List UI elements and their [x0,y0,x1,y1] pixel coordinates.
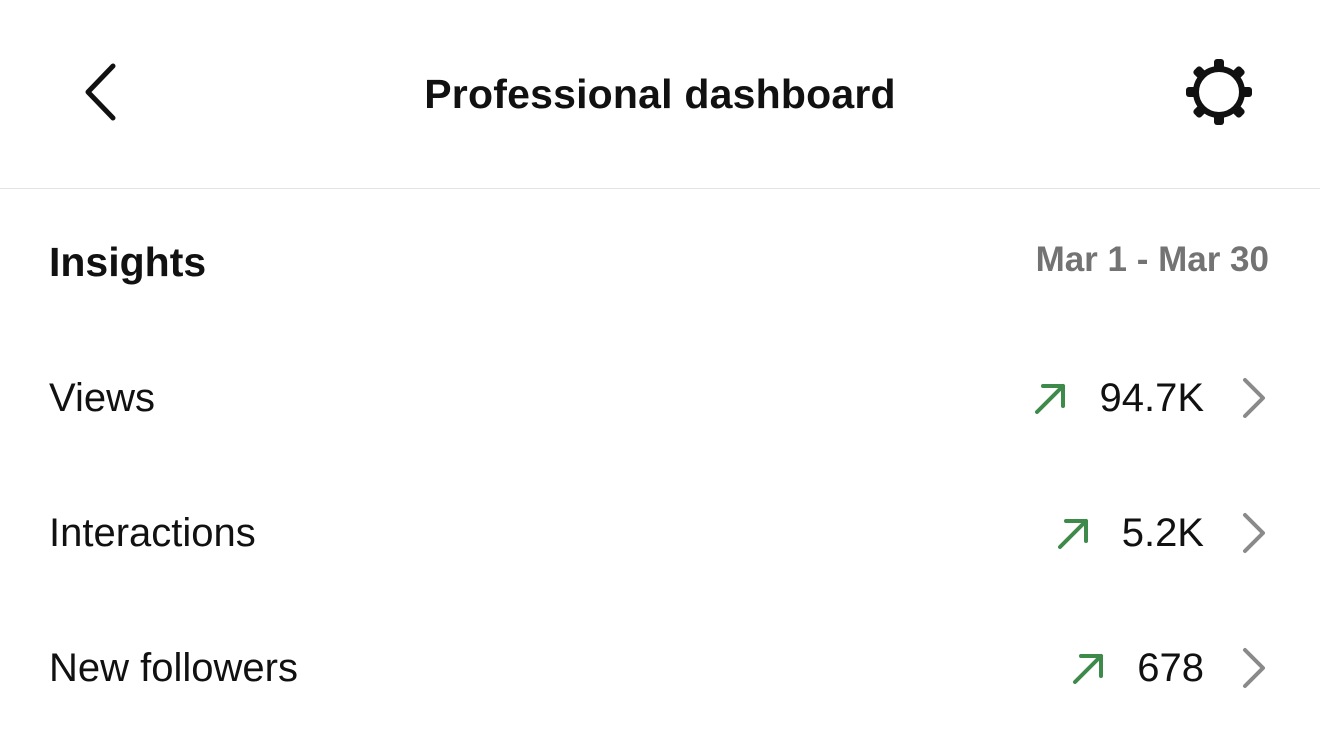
insight-row-label: Interactions [49,511,256,555]
arrow-up-right-icon [1031,378,1071,418]
gear-icon [1184,57,1254,132]
arrow-up-right-icon [1069,648,1109,688]
insight-row-value: 678 [1137,646,1204,690]
chevron-right-icon [1238,511,1268,555]
arrow-up-right-icon [1054,513,1094,553]
insight-row-label: Views [49,376,155,420]
insight-row-interactions[interactable]: Interactions 5.2K [0,478,1320,588]
chevron-right-icon [1238,646,1268,690]
insight-row-views[interactable]: Views 94.7K [0,343,1320,453]
insight-row-new-followers[interactable]: New followers 678 [0,613,1320,723]
date-range-selector[interactable]: Mar 1 - Mar 30 [1036,238,1269,282]
chevron-right-icon [1238,376,1268,420]
insights-heading: Insights [49,239,207,285]
insight-row-value: 5.2K [1121,511,1204,555]
insight-row-value: 94.7K [1099,376,1204,420]
settings-button[interactable] [1180,58,1258,130]
top-bar: Professional dashboard [0,0,1320,189]
page-title: Professional dashboard [424,71,896,117]
insight-row-label: New followers [49,646,298,690]
